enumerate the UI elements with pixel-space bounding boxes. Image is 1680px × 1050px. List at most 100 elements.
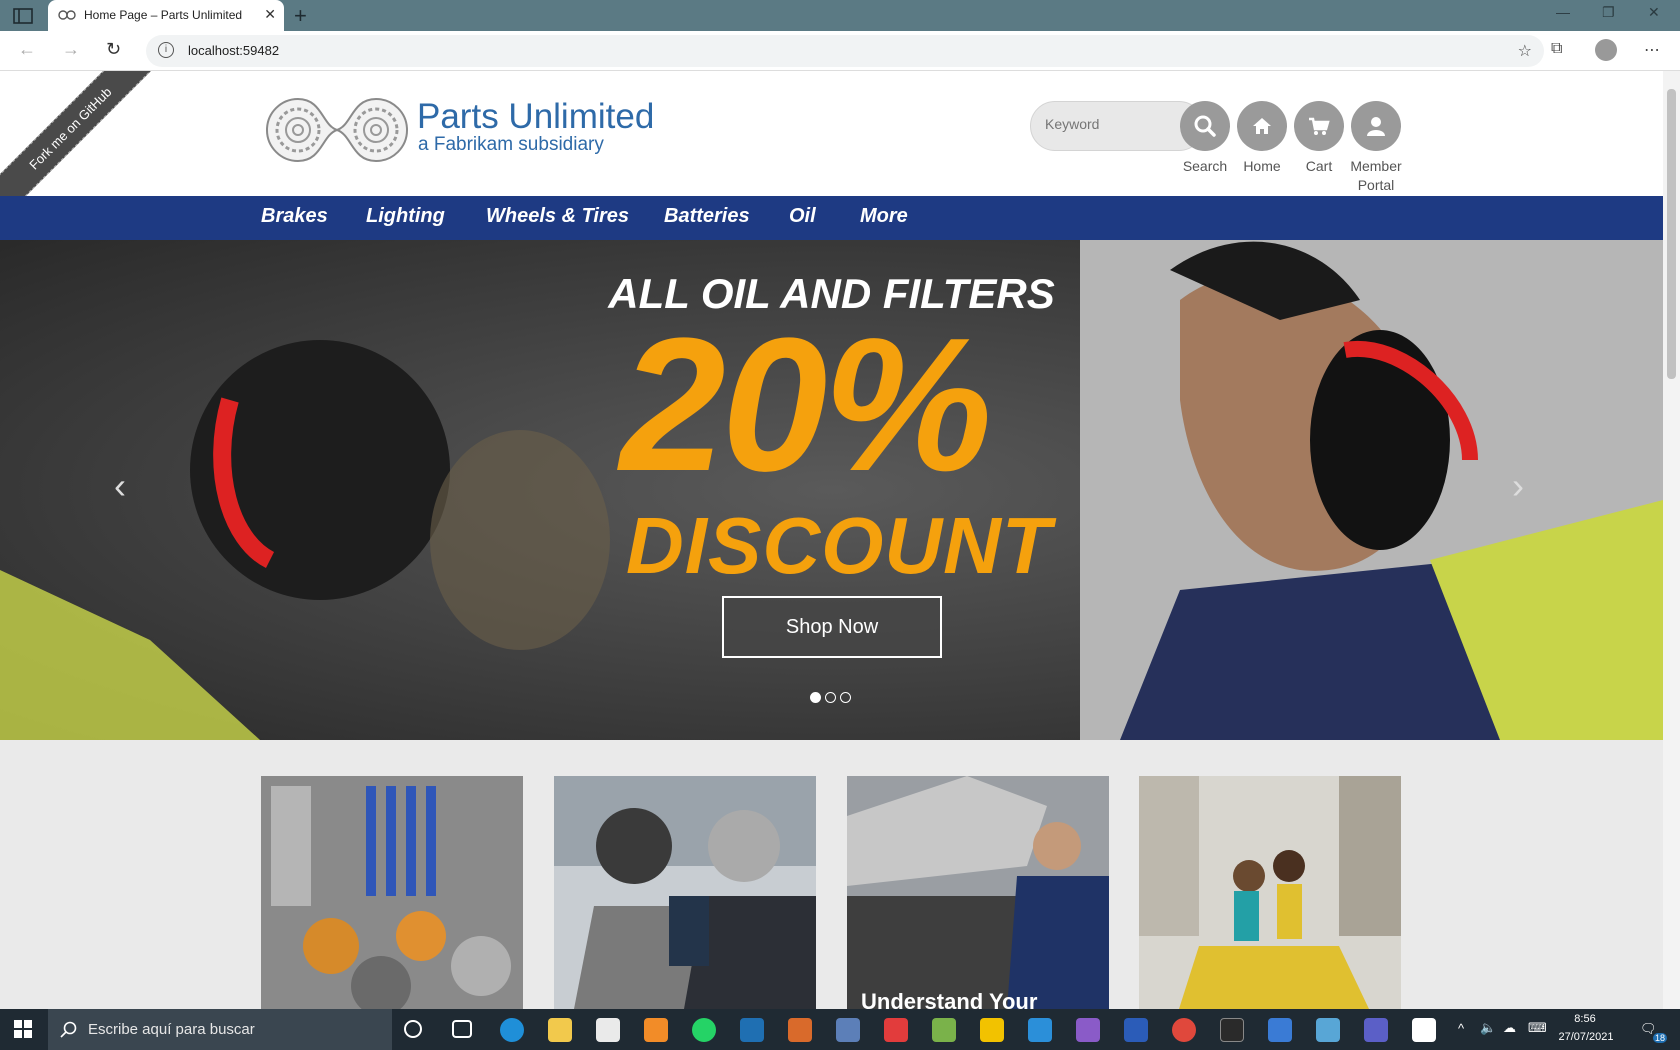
- office-icon[interactable]: [788, 1018, 812, 1042]
- site-favicon-icon: [58, 10, 76, 20]
- notification-count-badge: 18: [1653, 1033, 1668, 1043]
- vscode-icon[interactable]: [1028, 1018, 1052, 1042]
- minimize-icon[interactable]: —: [1556, 4, 1570, 20]
- vmware-icon[interactable]: [740, 1018, 764, 1042]
- tab-actions-icon[interactable]: [12, 7, 34, 25]
- typora-icon[interactable]: [1412, 1018, 1436, 1042]
- tile-mechanic[interactable]: Understand Your: [847, 776, 1109, 1009]
- search-box: [1030, 101, 1204, 151]
- promo-tiles: Understand Your: [0, 740, 1663, 1009]
- carousel-indicators: [810, 690, 855, 708]
- address-bar[interactable]: i localhost:59482 ☆: [146, 35, 1544, 67]
- carousel-dot-1[interactable]: [810, 692, 821, 703]
- windows-taskbar: Escribe aquí para buscar ^ 🔈 ☁ ⌨ 8:56 27…: [0, 1009, 1680, 1050]
- close-tab-icon[interactable]: ✕: [264, 6, 276, 23]
- home-icon: [1253, 118, 1271, 134]
- home-button[interactable]: [1237, 101, 1287, 151]
- tile-caption: Understand Your: [861, 989, 1038, 1009]
- user-icon: [1367, 117, 1385, 136]
- car-engine-image: [847, 776, 1109, 1009]
- refresh-icon[interactable]: ↻: [106, 39, 121, 60]
- back-icon[interactable]: ←: [18, 39, 36, 60]
- shop-now-button[interactable]: Shop Now: [722, 596, 942, 658]
- cart-icon: [1309, 117, 1330, 135]
- nav-item-batteries[interactable]: Batteries: [664, 205, 750, 228]
- notes-icon[interactable]: [1316, 1018, 1340, 1042]
- volume-icon[interactable]: 🔈: [1480, 1020, 1496, 1036]
- member-portal-button[interactable]: [1351, 101, 1401, 151]
- browser-toolbar: ← → ↻ i localhost:59482 ☆ ⧉ ⋯: [0, 31, 1680, 71]
- happy-drivers-image: [1139, 776, 1401, 1009]
- nav-item-lighting[interactable]: Lighting: [366, 205, 445, 228]
- site-info-icon[interactable]: i: [158, 42, 174, 58]
- nav-item-oil[interactable]: Oil: [789, 205, 816, 228]
- taskbar-search[interactable]: Escribe aquí para buscar: [48, 1009, 392, 1050]
- clock-time[interactable]: 8:56: [1560, 1013, 1610, 1025]
- hero-carousel: ALL OIL AND FILTERS 20% DISCOUNT Shop No…: [0, 240, 1663, 740]
- scrollbar-thumb[interactable]: [1667, 89, 1676, 379]
- member-portal-label[interactable]: Member Portal: [1340, 157, 1412, 195]
- browser-tab-strip: Home Page – Parts Unlimited ✕ + — ❐ ✕: [0, 0, 1680, 31]
- nav-item-more[interactable]: More: [860, 205, 908, 228]
- page-scrollbar[interactable]: [1663, 71, 1680, 1009]
- car-parts-image: [261, 776, 523, 1009]
- cortana-icon[interactable]: [404, 1020, 422, 1038]
- snip-icon[interactable]: [884, 1018, 908, 1042]
- tile-salesperson[interactable]: [554, 776, 816, 1009]
- search-icon: [1194, 115, 1216, 137]
- nav-item-brakes[interactable]: Brakes: [261, 205, 328, 228]
- carousel-next-icon[interactable]: ›: [1512, 465, 1524, 507]
- hero-percent: 20%: [620, 299, 992, 511]
- category-nav: Brakes Lighting Wheels & Tires Batteries…: [0, 196, 1663, 240]
- address-url[interactable]: localhost:59482: [188, 43, 279, 58]
- search-icon: [60, 1021, 77, 1038]
- whatsapp-icon[interactable]: [692, 1018, 716, 1042]
- cart-button[interactable]: [1294, 101, 1344, 151]
- powerbi-icon[interactable]: [980, 1018, 1004, 1042]
- carousel-dot-2[interactable]: [825, 692, 836, 703]
- search-button[interactable]: [1180, 101, 1230, 151]
- web-page: Fork me on GitHub Parts Unlimited a Fabr…: [0, 71, 1663, 1009]
- notepad-plus-icon[interactable]: [932, 1018, 956, 1042]
- search-input[interactable]: [1045, 116, 1165, 132]
- brand-title[interactable]: Parts Unlimited: [417, 97, 654, 137]
- teams-icon[interactable]: [1364, 1018, 1388, 1042]
- gears-logo-icon[interactable]: [262, 95, 412, 165]
- visual-studio-icon[interactable]: [1076, 1018, 1100, 1042]
- carousel-prev-icon[interactable]: ‹: [114, 465, 126, 507]
- screen: Home Page – Parts Unlimited ✕ + — ❐ ✕ ← …: [0, 0, 1680, 1050]
- hero-discount: DISCOUNT: [626, 501, 1052, 590]
- collections-icon[interactable]: ⧉: [1551, 40, 1562, 58]
- taskbar-search-placeholder: Escribe aquí para buscar: [88, 1021, 255, 1038]
- terminal-icon[interactable]: [1220, 1018, 1244, 1042]
- favorite-star-icon[interactable]: ☆: [1518, 41, 1532, 61]
- keyboard-icon[interactable]: ⌨: [1528, 1020, 1547, 1036]
- tray-chevron-icon[interactable]: ^: [1458, 1021, 1464, 1036]
- brand-subtitle: a Fabrikam subsidiary: [418, 134, 604, 155]
- more-menu-icon[interactable]: ⋯: [1644, 40, 1660, 60]
- new-tab-button[interactable]: +: [294, 3, 307, 29]
- file-explorer-icon[interactable]: [548, 1018, 572, 1042]
- clock-date[interactable]: 27/07/2021: [1556, 1031, 1616, 1043]
- edge-icon[interactable]: [500, 1018, 524, 1042]
- photos-icon[interactable]: [1268, 1018, 1292, 1042]
- tile-parts[interactable]: [261, 776, 523, 1009]
- close-window-icon[interactable]: ✕: [1648, 4, 1660, 21]
- windows-start-icon[interactable]: [14, 1020, 32, 1038]
- paint-icon[interactable]: [836, 1018, 860, 1042]
- onedrive-icon[interactable]: ☁: [1503, 1020, 1516, 1036]
- store-icon[interactable]: [596, 1018, 620, 1042]
- carousel-dot-3[interactable]: [840, 692, 851, 703]
- nav-item-wheels-tires[interactable]: Wheels & Tires: [486, 205, 629, 228]
- profile-avatar[interactable]: [1595, 39, 1617, 61]
- browser-tab-active[interactable]: Home Page – Parts Unlimited ✕: [48, 0, 284, 31]
- word-icon[interactable]: [1124, 1018, 1148, 1042]
- media-player-icon[interactable]: [644, 1018, 668, 1042]
- task-view-icon[interactable]: [452, 1020, 472, 1038]
- tile-happy-drivers[interactable]: [1139, 776, 1401, 1009]
- restore-icon[interactable]: ❐: [1602, 4, 1615, 21]
- forward-icon[interactable]: →: [62, 39, 80, 60]
- tab-title: Home Page – Parts Unlimited: [84, 8, 243, 22]
- car-sales-image: [554, 776, 816, 1009]
- chrome-icon[interactable]: [1172, 1018, 1196, 1042]
